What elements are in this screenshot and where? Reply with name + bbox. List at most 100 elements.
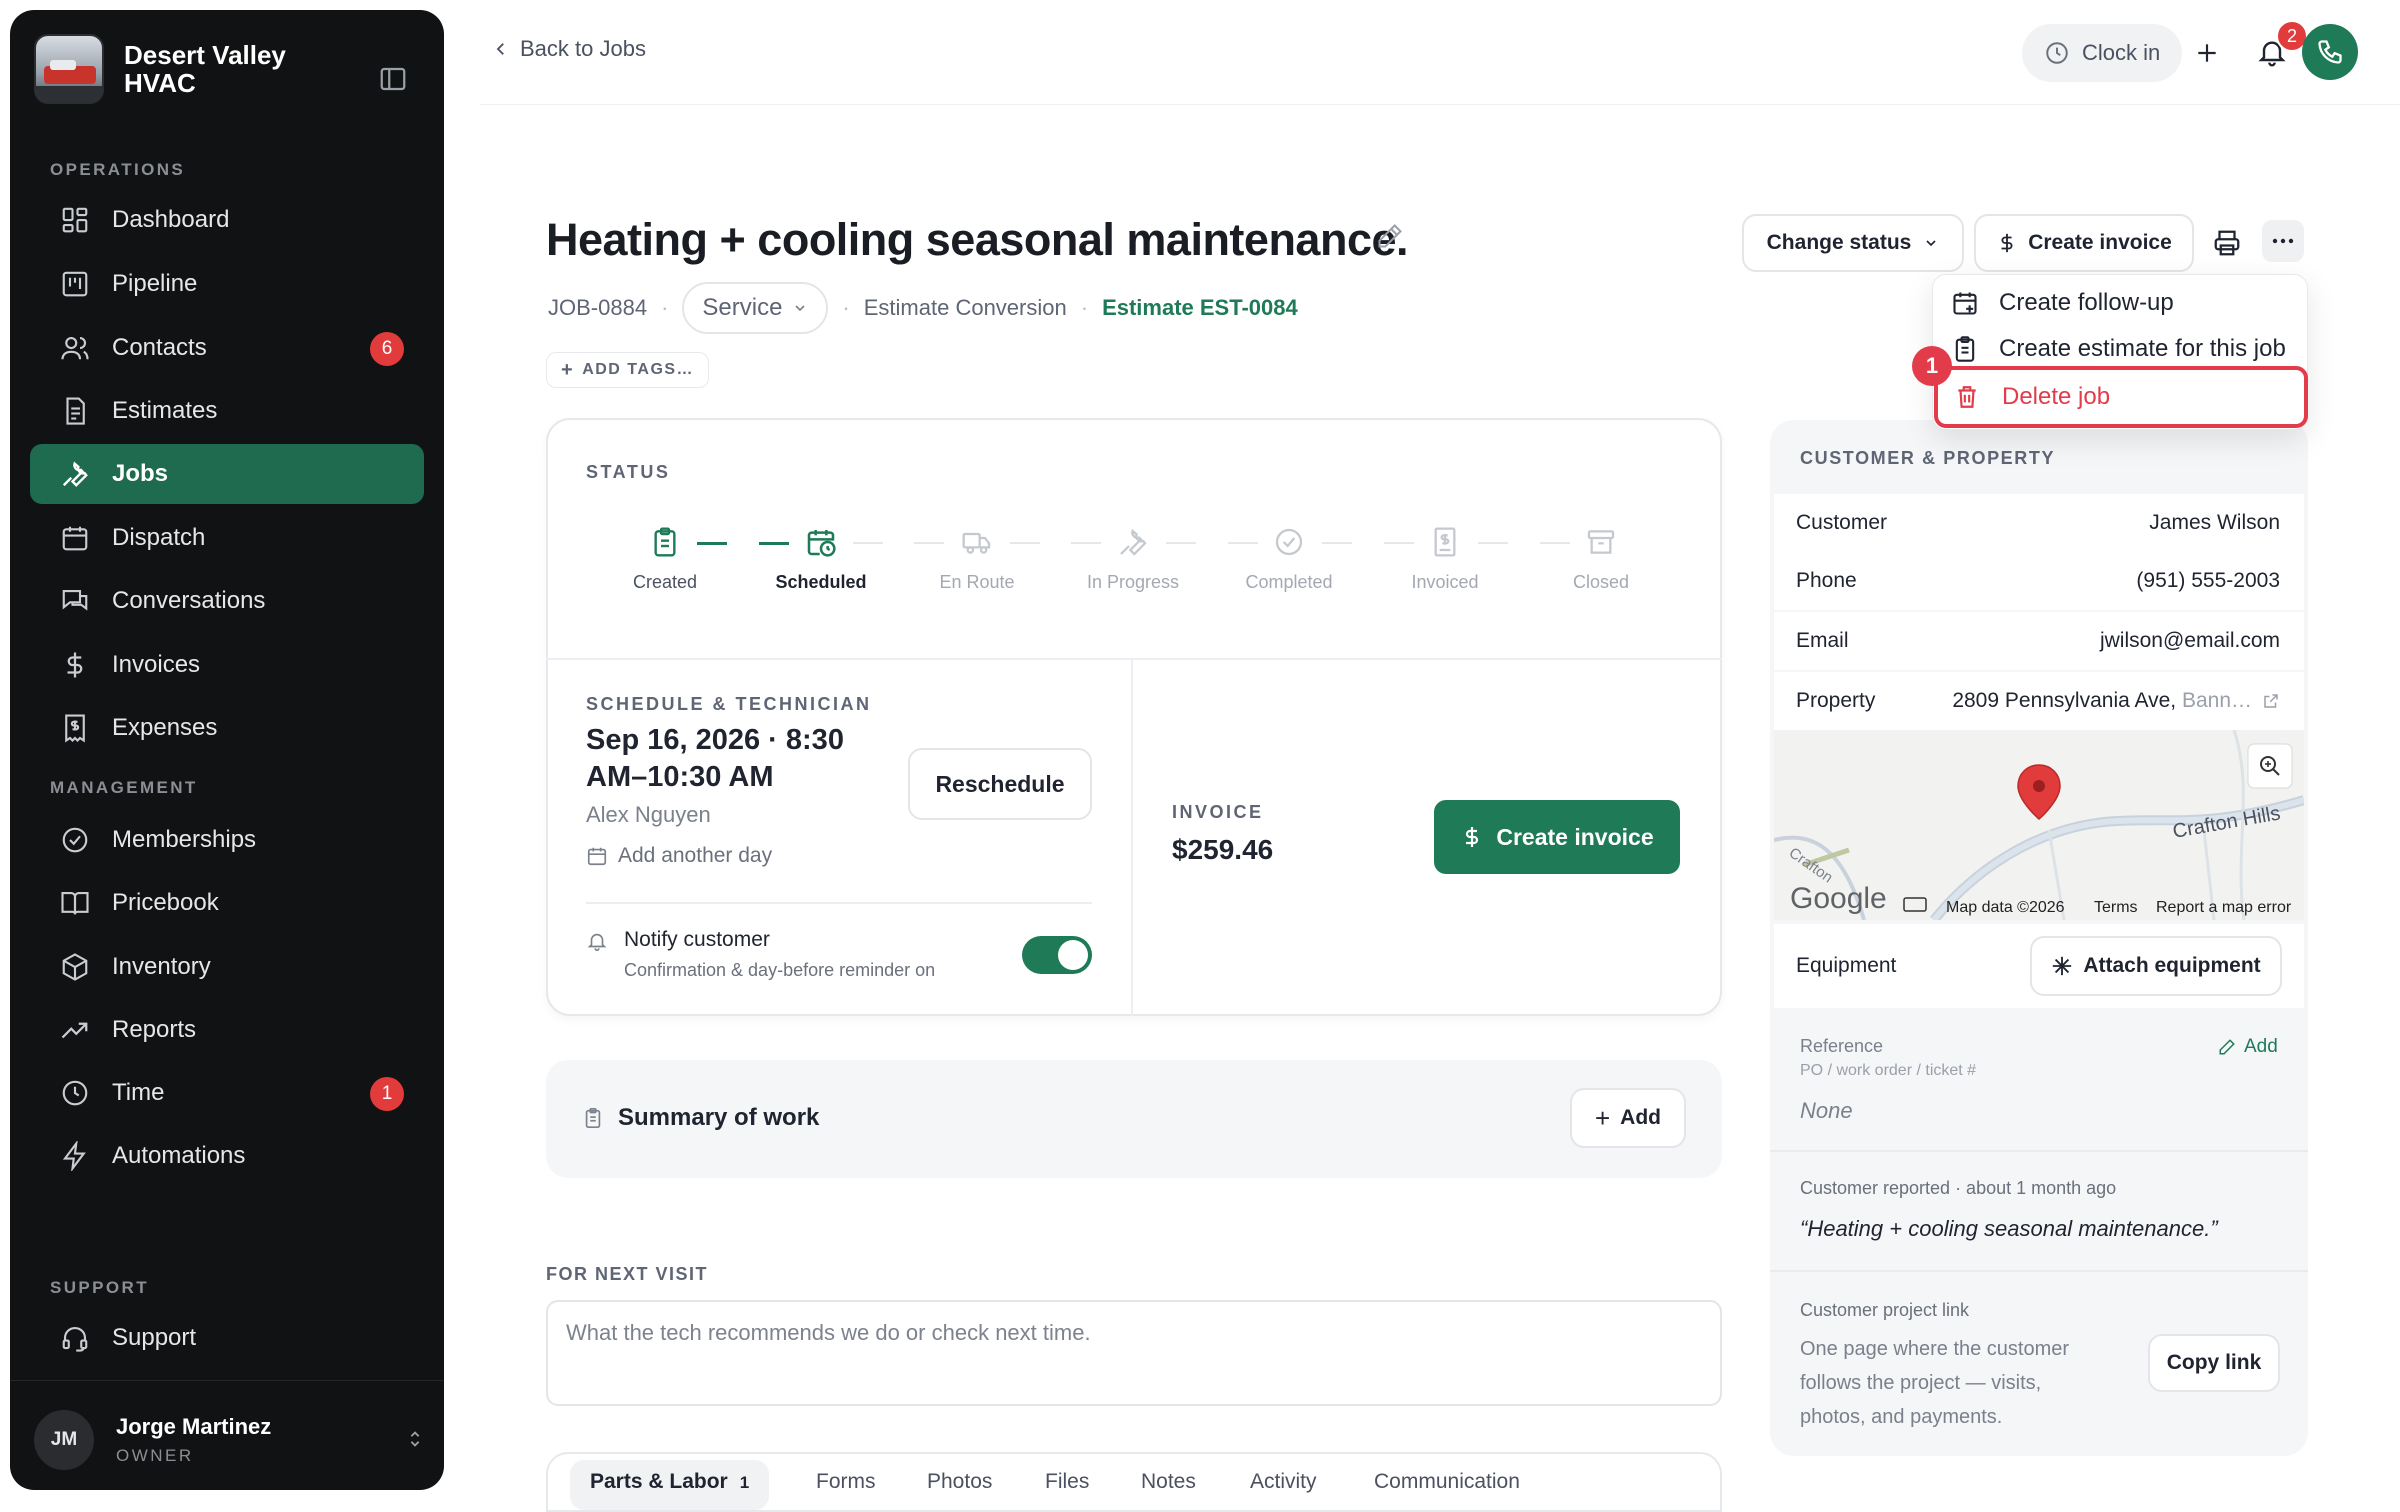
create-invoice-button[interactable]: Create invoice xyxy=(1434,800,1680,874)
sidebar-item-support[interactable]: Support xyxy=(30,1308,424,1368)
copy-link-button[interactable]: Copy link xyxy=(2148,1334,2280,1392)
external-link-icon[interactable] xyxy=(2262,692,2280,710)
tab-count: 1 xyxy=(739,1473,750,1492)
add-tags-label: ADD TAGS… xyxy=(582,361,695,378)
sidebar-item-dispatch[interactable]: Dispatch xyxy=(30,508,424,568)
menu-item-delete-job[interactable]: Delete job xyxy=(1934,366,2308,428)
sidebar-divider xyxy=(10,1380,444,1381)
calendar-icon xyxy=(60,523,90,553)
sidebar-item-memberships[interactable]: Memberships xyxy=(30,810,424,870)
back-to-jobs-link[interactable]: Back to Jobs xyxy=(492,36,646,62)
print-icon[interactable] xyxy=(2212,228,2242,258)
brand[interactable]: Desert Valley HVAC xyxy=(34,34,324,104)
sidebar-item-dashboard[interactable]: Dashboard xyxy=(30,190,424,250)
sidebar-item-contacts[interactable]: Contacts 6 xyxy=(30,318,424,378)
sidebar: Desert Valley HVAC OPERATIONS Dashboard … xyxy=(10,10,444,1490)
job-number: JOB-0884 xyxy=(548,295,648,320)
tab-activity[interactable]: Activity xyxy=(1250,1470,1317,1494)
clock-in-button[interactable]: Clock in xyxy=(2022,24,2183,82)
summary-title: Summary of work xyxy=(618,1104,820,1131)
sidebar-item-conversations[interactable]: Conversations xyxy=(30,571,424,631)
next-visit-textarea[interactable]: What the tech recommends we do or check … xyxy=(546,1300,1722,1406)
property-row[interactable]: Property 2809 Pennsylvania Ave, Bann… xyxy=(1774,672,2304,730)
create-invoice-label: Create invoice xyxy=(2028,231,2172,254)
receipt-icon xyxy=(1429,526,1461,558)
sidebar-item-automations[interactable]: Automations xyxy=(30,1126,424,1186)
plus-icon: + xyxy=(561,358,575,381)
section-management: MANAGEMENT xyxy=(50,778,198,797)
estimates-icon xyxy=(60,396,90,426)
sidebar-collapse-icon[interactable] xyxy=(378,64,408,94)
add-label: Add xyxy=(1620,1106,1661,1129)
status-label: STATUS xyxy=(586,462,671,482)
sidebar-item-inventory[interactable]: Inventory xyxy=(30,937,424,997)
sidebar-item-label: Pricebook xyxy=(112,889,219,916)
user-name: Jorge Martinez xyxy=(116,1414,272,1439)
status-card xyxy=(546,418,1722,1016)
sidebar-item-reports[interactable]: Reports xyxy=(30,1000,424,1060)
email-row[interactable]: Email jwilson@email.com xyxy=(1774,612,2304,670)
edit-title-icon[interactable] xyxy=(1376,222,1404,250)
archive-icon xyxy=(1585,526,1617,558)
reschedule-button[interactable]: Reschedule xyxy=(908,748,1092,820)
status-step-completed: Completed xyxy=(1224,526,1354,593)
tab-parts-labor[interactable]: Parts & Labor 1 xyxy=(570,1460,770,1510)
status-connector xyxy=(1322,542,1352,544)
attach-equipment-button[interactable]: Attach equipment xyxy=(2030,936,2282,996)
sidebar-item-jobs[interactable]: Jobs xyxy=(30,444,424,504)
sidebar-item-estimates[interactable]: Estimates xyxy=(30,381,424,441)
quick-add-icon[interactable] xyxy=(2194,40,2220,66)
property-map[interactable]: Crafton Hills Crafton Google Map data ©2… xyxy=(1774,730,2304,920)
headset-icon xyxy=(60,1323,90,1353)
section-support: SUPPORT xyxy=(50,1278,149,1297)
sidebar-item-time[interactable]: Time 1 xyxy=(30,1063,424,1123)
contacts-icon xyxy=(60,333,90,363)
menu-item-label: Delete job xyxy=(2002,383,2111,410)
tab-communication[interactable]: Communication xyxy=(1374,1470,1520,1494)
dollar-icon xyxy=(60,650,90,680)
invoice-amount: $259.46 xyxy=(1172,834,1274,865)
sidebar-item-expenses[interactable]: Expenses xyxy=(30,698,424,758)
notify-subtitle: Confirmation & day-before reminder on xyxy=(624,960,936,980)
tab-notes[interactable]: Notes xyxy=(1141,1470,1196,1494)
sidebar-item-label: Support xyxy=(112,1324,197,1351)
trash-icon xyxy=(1958,386,1976,408)
clipboard-icon xyxy=(585,1108,601,1128)
add-summary-button[interactable]: + Add xyxy=(1570,1088,1686,1148)
pipeline-icon xyxy=(60,269,90,299)
job-type-select[interactable]: Service xyxy=(682,282,829,334)
change-status-button[interactable]: Change status xyxy=(1742,214,1964,272)
phone-row[interactable]: Phone (951) 555-2003 xyxy=(1774,552,2304,610)
add-tags-button[interactable]: + ADD TAGS… xyxy=(546,352,710,388)
customer-row[interactable]: Customer James Wilson xyxy=(1774,494,2304,552)
more-options-icon[interactable] xyxy=(2262,220,2304,262)
tab-label: Parts & Labor xyxy=(590,1470,728,1493)
create-invoice-header-button[interactable]: Create invoice xyxy=(1974,214,2194,272)
sidebar-item-pricebook[interactable]: Pricebook xyxy=(30,873,424,933)
sidebar-item-label: Estimates xyxy=(112,397,218,424)
time-badge: 1 xyxy=(370,1077,404,1111)
sidebar-item-label: Time xyxy=(112,1079,165,1106)
tab-forms[interactable]: Forms xyxy=(816,1470,876,1494)
user-menu[interactable]: JM Jorge Martinez OWNER xyxy=(34,1402,430,1478)
sidebar-item-label: Jobs xyxy=(112,460,169,487)
trend-icon xyxy=(60,1015,90,1045)
tab-photos[interactable]: Photos xyxy=(927,1470,992,1494)
estimate-link[interactable]: Estimate EST-0084 xyxy=(1102,295,1298,321)
row-key: Email xyxy=(1796,629,1849,652)
notify-customer-toggle[interactable] xyxy=(1022,936,1092,974)
map-report-error[interactable]: Report a map error xyxy=(2156,899,2292,916)
status-step-closed: Closed xyxy=(1536,526,1666,593)
phone-button[interactable] xyxy=(2302,24,2358,80)
chevron-down-icon xyxy=(1926,240,1936,247)
menu-item-create-estimate[interactable]: Create estimate for this job xyxy=(1951,335,2286,363)
map-terms[interactable]: Terms xyxy=(2094,899,2138,916)
sidebar-item-pipeline[interactable]: Pipeline xyxy=(30,254,424,314)
sidebar-item-invoices[interactable]: Invoices xyxy=(30,635,424,695)
status-step-label: Closed xyxy=(1572,572,1630,592)
menu-item-create-follow-up[interactable]: Create follow-up xyxy=(1951,289,2174,317)
add-another-day-link[interactable]: Add another day xyxy=(586,844,772,868)
reference-add-link[interactable]: Add xyxy=(2218,1036,2278,1058)
dollar-icon xyxy=(1466,827,1479,847)
tab-files[interactable]: Files xyxy=(1045,1470,1089,1494)
